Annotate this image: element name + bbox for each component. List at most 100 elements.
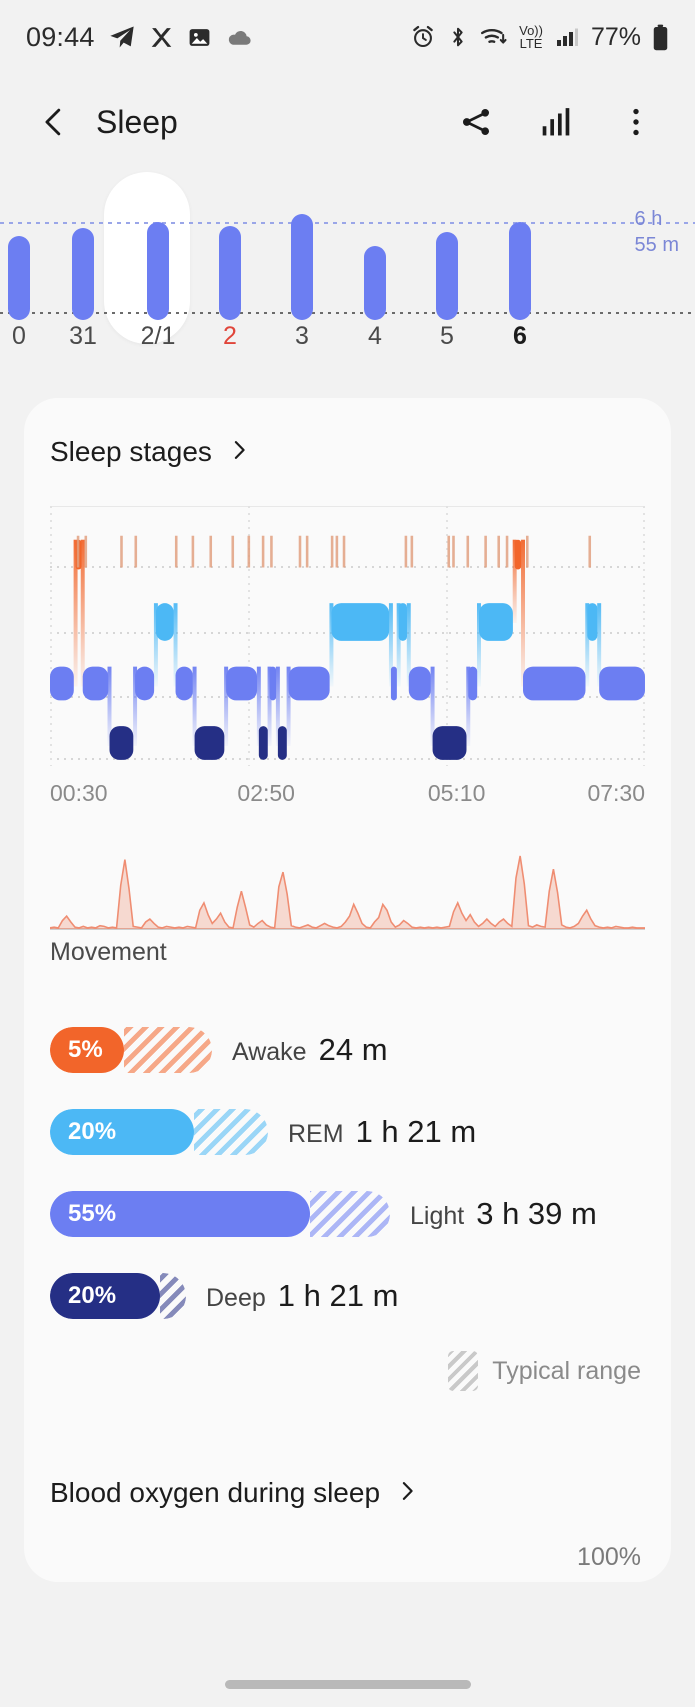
- hypnogram-time-axis: 00:30 02:50 05:10 07:30: [50, 780, 645, 816]
- time-tick-3: 07:30: [587, 780, 645, 806]
- back-button[interactable]: [28, 96, 80, 148]
- hypnogram-segment-light: [82, 666, 109, 701]
- cloud-icon: [225, 23, 254, 52]
- hypnogram-awake-tick: [330, 535, 334, 568]
- sleep-stage-row-rem: 20% REM 1 h 21 m: [24, 1105, 671, 1159]
- week-bar[interactable]: [291, 214, 313, 320]
- stage-fill-deep: 20%: [50, 1273, 160, 1319]
- bar-chart-button[interactable]: [533, 99, 579, 145]
- blood-oxygen-header[interactable]: Blood oxygen during sleep: [24, 1391, 671, 1509]
- hypnogram-awake-tick: [247, 535, 251, 568]
- chevron-right-icon: [396, 1480, 418, 1507]
- sleep-stage-row-awake: 5% Awake 24 m: [24, 1023, 671, 1077]
- battery-icon: [652, 24, 669, 51]
- stage-name-rem: REM: [288, 1120, 344, 1148]
- week-bar[interactable]: [219, 226, 241, 320]
- stage-text-rem: REM 1 h 21 m: [288, 1114, 476, 1150]
- week-bar[interactable]: [509, 222, 531, 320]
- week-day-label[interactable]: 0: [12, 322, 26, 351]
- hypnogram-segment-light: [135, 666, 155, 701]
- week-bar[interactable]: [364, 246, 386, 320]
- hypnogram-awake-tick: [191, 535, 195, 568]
- hypnogram-awake-tick: [335, 535, 339, 568]
- week-day-label[interactable]: 5: [440, 322, 454, 351]
- week-day-label[interactable]: 2: [223, 322, 237, 351]
- hypnogram-awake-tick: [84, 535, 88, 568]
- week-bar[interactable]: [8, 236, 30, 320]
- hypnogram-awake-tick: [174, 535, 178, 568]
- overflow-menu-button[interactable]: [613, 99, 659, 145]
- hypnogram-svg: [50, 535, 645, 760]
- hypnogram-awake-tick: [76, 535, 80, 568]
- stage-percent-light: 55%: [68, 1200, 117, 1227]
- typical-range-label: Typical range: [492, 1356, 641, 1385]
- stage-text-awake: Awake 24 m: [232, 1032, 388, 1068]
- hypnogram-awake-tick: [261, 535, 265, 568]
- stage-bar-light: 55%: [50, 1191, 390, 1237]
- hypnogram-segment-deep: [109, 726, 134, 760]
- week-bar[interactable]: [147, 222, 169, 320]
- week-day-label[interactable]: 31: [69, 322, 97, 351]
- hypnogram-connector: [521, 539, 525, 687]
- hypnogram-segment-light: [523, 666, 586, 701]
- hypnogram-awake-tick: [120, 535, 123, 568]
- stage-typical-range-rem: [194, 1109, 268, 1155]
- hypnogram-awake-tick: [484, 535, 487, 568]
- status-bar: 09:44 Vo)) LTE 77%: [0, 0, 695, 74]
- x-icon: [149, 25, 174, 50]
- navigation-handle[interactable]: [224, 1680, 471, 1689]
- week-bar-chart[interactable]: 6 h 55 m 0 31 2/1 2 3 4 5 6: [0, 172, 695, 372]
- hypnogram-awake-tick: [404, 535, 408, 568]
- hypnogram-awake-tick: [305, 535, 309, 568]
- hypnogram-awake-tick: [134, 535, 138, 568]
- hypnogram-awake-tick: [209, 535, 213, 568]
- sleep-stages-header[interactable]: Sleep stages: [24, 398, 671, 468]
- movement-svg: [50, 855, 645, 930]
- sleep-stages-title: Sleep stages: [50, 436, 212, 467]
- hypnogram-awake-tick: [505, 535, 509, 568]
- week-bar[interactable]: [72, 228, 94, 320]
- movement-trace: [50, 855, 645, 930]
- time-tick-2: 05:10: [427, 780, 486, 806]
- stage-name-light: Light: [410, 1202, 465, 1230]
- alarm-icon: [410, 24, 436, 50]
- week-day-label[interactable]: 6: [513, 322, 527, 351]
- sleep-stage-row-deep: 20% Deep 1 h 21 m: [24, 1269, 671, 1323]
- stage-text-deep: Deep 1 h 21 m: [206, 1278, 398, 1314]
- week-bar[interactable]: [436, 232, 458, 320]
- hypnogram-segment-rem: [331, 603, 390, 641]
- sleep-stage-row-light: 55% Light 3 h 39 m: [24, 1187, 671, 1241]
- week-day-label[interactable]: 4: [368, 322, 382, 351]
- hypnogram-awake-tick: [525, 535, 529, 568]
- week-day-label[interactable]: 2/1: [141, 322, 176, 351]
- hypnogram-awake-tick: [342, 535, 346, 568]
- hypnogram-segment-light: [468, 666, 478, 701]
- volte-icon: Vo)) LTE: [519, 24, 543, 50]
- hypnogram-segment-deep: [432, 726, 467, 760]
- hypnogram-awake-tick: [497, 535, 501, 568]
- hypnogram-segment-light: [408, 666, 431, 701]
- stage-fill-light: 55%: [50, 1191, 310, 1237]
- hypnogram-segment-light: [226, 666, 258, 701]
- hypnogram-segment-light: [390, 666, 397, 701]
- hypnogram-segment-deep: [277, 726, 287, 760]
- header-actions: [453, 99, 659, 145]
- hypnogram-awake-tick: [588, 535, 592, 568]
- share-button[interactable]: [453, 99, 499, 145]
- app-header: Sleep: [0, 74, 695, 170]
- page-title: Sleep: [96, 103, 178, 140]
- week-day-labels[interactable]: 0 31 2/1 2 3 4 5 6: [0, 322, 695, 368]
- week-day-label[interactable]: 3: [295, 322, 309, 351]
- stage-fill-awake: 5%: [50, 1027, 124, 1073]
- blood-oxygen-value: 100%: [577, 1543, 641, 1571]
- stage-percent-deep: 20%: [68, 1282, 117, 1309]
- stage-name-deep: Deep: [206, 1284, 266, 1312]
- hypnogram-segment-rem: [587, 603, 598, 641]
- stage-percent-rem: 20%: [68, 1118, 117, 1145]
- hypnogram-awake-tick: [452, 535, 455, 568]
- hypnogram-awake-tick: [231, 535, 235, 568]
- telegram-icon: [108, 23, 136, 51]
- hypnogram-awake-tick: [447, 535, 451, 568]
- stage-typical-range-deep: [160, 1273, 186, 1319]
- hypnogram-segment-rem: [155, 603, 174, 641]
